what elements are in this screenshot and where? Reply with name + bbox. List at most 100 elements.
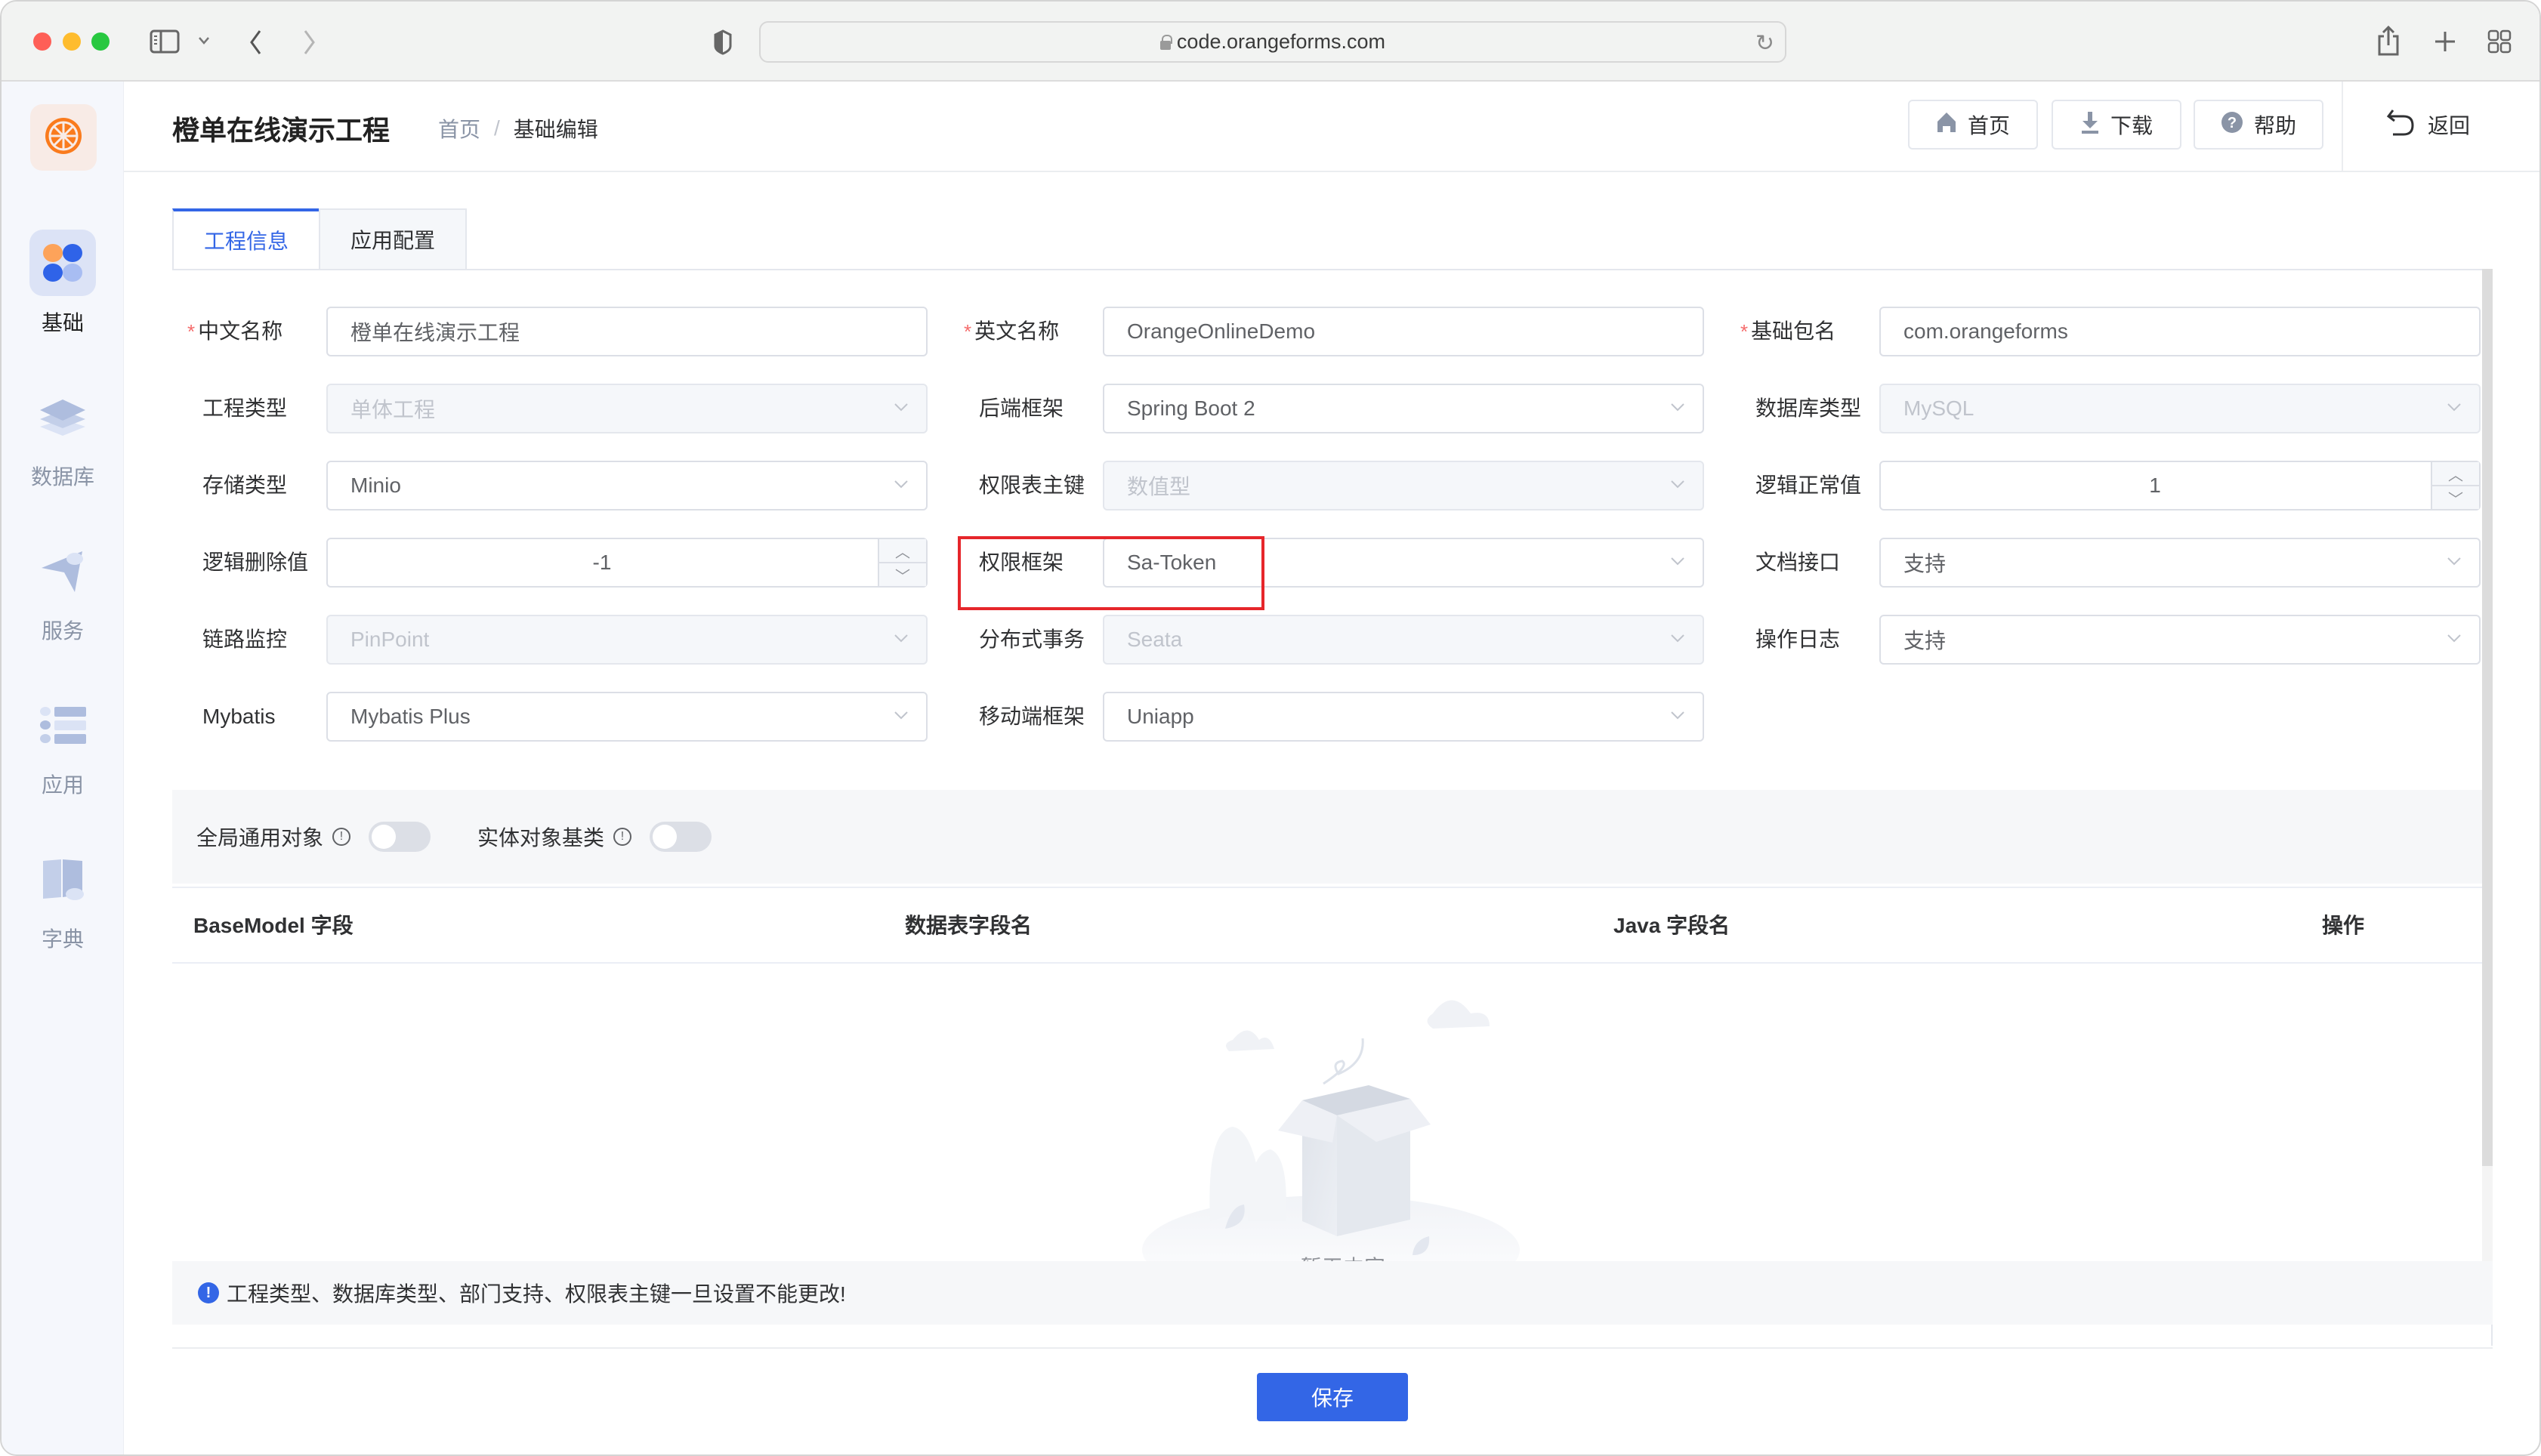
svg-text:?: ?	[2228, 115, 2237, 131]
number-value: 1	[2149, 474, 2161, 497]
form-row: 逻辑删除值 -1 ︿ ﹀ 权限框架 Sa-Token 文档接口 支持	[2, 538, 2539, 588]
perm-framework-select[interactable]: Sa-Token	[1103, 538, 1704, 588]
download-icon	[2080, 110, 2100, 140]
number-value: -1	[592, 551, 612, 574]
app-logo[interactable]	[30, 104, 97, 171]
info-icon[interactable]: !	[613, 828, 632, 846]
shield-icon[interactable]	[712, 27, 734, 57]
home-button-label: 首页	[1967, 114, 2010, 137]
field-label: 权限表主键	[979, 474, 1085, 497]
field-label: 基础包名	[1751, 319, 1836, 343]
increase-button[interactable]: ︿	[879, 539, 926, 563]
download-button[interactable]: 下载	[2052, 100, 2181, 150]
mybatis-select[interactable]: Mybatis Plus	[326, 692, 928, 742]
minimize-window-button[interactable]	[63, 32, 81, 51]
tab-project-info[interactable]: 工程信息	[172, 208, 320, 270]
tab-app-config[interactable]: 应用配置	[319, 208, 468, 270]
breadcrumb-current: 基础编辑	[513, 118, 598, 141]
url-text: code.orangeforms.com	[1176, 30, 1386, 53]
home-button[interactable]: 首页	[1908, 100, 2038, 150]
breadcrumb-separator: /	[494, 116, 500, 140]
share-icon[interactable]	[2375, 24, 2402, 57]
tab-bar: 工程信息 应用配置	[172, 208, 468, 270]
cn-name-input[interactable]: 橙单在线演示工程	[326, 307, 928, 356]
required-star: *	[1740, 320, 1749, 343]
close-window-button[interactable]	[33, 32, 51, 51]
chevron-down-icon	[1671, 634, 1684, 643]
perm-table-pk-select: 数值型	[1103, 461, 1704, 511]
backend-framework-select[interactable]: Spring Boot 2	[1103, 384, 1704, 433]
sidebar-item-dictionary[interactable]: 字典	[2, 846, 124, 953]
chevron-down-icon	[894, 634, 908, 643]
breadcrumb-home-link[interactable]: 首页	[438, 113, 480, 143]
number-stepper: ︿ ﹀	[2431, 462, 2479, 509]
download-button-label: 下载	[2110, 114, 2153, 137]
back-button-label: 返回	[2428, 114, 2471, 137]
form-row: * 中文名称 橙单在线演示工程 * 英文名称 OrangeOnlineDemo * 基…	[2, 307, 2539, 356]
base-package-input[interactable]: com.orangeforms	[1879, 307, 2481, 356]
tab-overview-icon[interactable]	[2487, 29, 2512, 54]
en-name-input[interactable]: OrangeOnlineDemo	[1103, 307, 1704, 356]
doc-api-select[interactable]: 支持	[1879, 538, 2481, 588]
mobile-framework-select[interactable]: Uniapp	[1103, 692, 1704, 742]
back-icon[interactable]	[245, 27, 266, 57]
decrease-button[interactable]: ﹀	[2432, 486, 2479, 509]
required-star: *	[964, 320, 972, 343]
scrollbar-track[interactable]	[2482, 1166, 2493, 1261]
switch-label: 实体对象基类	[477, 826, 605, 850]
chevron-down-icon	[2447, 634, 2461, 643]
back-button[interactable]: 返回	[2385, 100, 2470, 150]
field-label: 操作日志	[1755, 628, 1841, 651]
select-value: Minio	[350, 474, 401, 497]
chevron-down-icon	[1671, 711, 1684, 720]
lock-icon	[1159, 34, 1172, 50]
column-header: Java 字段名	[1613, 914, 1731, 937]
field-label: 链路监控	[202, 628, 288, 651]
sidebar-item-label: 应用	[41, 773, 84, 797]
new-tab-icon[interactable]	[2432, 29, 2458, 54]
column-header: 操作	[2322, 914, 2365, 937]
field-label: 文档接口	[1755, 551, 1841, 574]
select-value: MySQL	[1903, 396, 1974, 420]
forward-icon[interactable]	[299, 27, 320, 57]
table-header: BaseModel 字段 数据表字段名 Java 字段名 操作	[172, 888, 2482, 964]
info-icon[interactable]: !	[332, 828, 351, 846]
field-label: 英文名称	[974, 319, 1060, 343]
entity-base-class-toggle[interactable]	[650, 822, 712, 852]
increase-button[interactable]: ︿	[2432, 462, 2479, 486]
logic-delete-value-input[interactable]: -1 ︿ ﹀	[326, 538, 928, 588]
maximize-window-button[interactable]	[91, 32, 110, 51]
operation-log-select[interactable]: 支持	[1879, 615, 2481, 665]
reload-icon[interactable]: ↻	[1755, 30, 1774, 57]
field-label: 中文名称	[198, 319, 283, 343]
chevron-down-icon	[2447, 403, 2461, 412]
chevron-down-icon	[2447, 557, 2461, 566]
address-bar[interactable]: code.orangeforms.com ↻	[759, 21, 1786, 63]
form-row: Mybatis Mybatis Plus 移动端框架 Uniapp	[2, 692, 2539, 742]
sidebar-toggle-icon[interactable]	[150, 29, 180, 54]
footer-divider	[172, 1347, 2493, 1349]
switch-entity-base-class: 实体对象基类 !	[477, 822, 712, 852]
field-label: 分布式事务	[979, 628, 1085, 651]
db-type-select: MySQL	[1879, 384, 2481, 433]
browser-toolbar: code.orangeforms.com ↻	[2, 2, 2539, 82]
global-object-toggle[interactable]	[369, 822, 431, 852]
distributed-tx-select: Seata	[1103, 615, 1704, 665]
dictionary-book-icon	[29, 846, 96, 912]
save-button[interactable]: 保存	[1257, 1373, 1408, 1421]
storage-type-select[interactable]: Minio	[326, 461, 928, 511]
field-label: 数据库类型	[1755, 396, 1862, 420]
home-icon	[1936, 111, 1957, 139]
select-value: PinPoint	[350, 628, 430, 651]
scrollbar-thumb[interactable]	[2482, 269, 2493, 1166]
select-value: Sa-Token	[1127, 551, 1217, 574]
chevron-down-icon[interactable]	[196, 33, 211, 48]
column-header: BaseModel 字段	[193, 914, 354, 937]
decrease-button[interactable]: ﹀	[879, 563, 926, 586]
field-label: Mybatis	[202, 705, 276, 728]
help-icon: ?	[2221, 111, 2243, 139]
logic-normal-value-input[interactable]: 1 ︿ ﹀	[1879, 461, 2481, 511]
chevron-down-icon	[1671, 403, 1684, 412]
help-button[interactable]: ? 帮助	[2194, 100, 2323, 150]
form-row: 存储类型 Minio 权限表主键 数值型 逻辑正常值 1 ︿ ﹀	[2, 461, 2539, 511]
